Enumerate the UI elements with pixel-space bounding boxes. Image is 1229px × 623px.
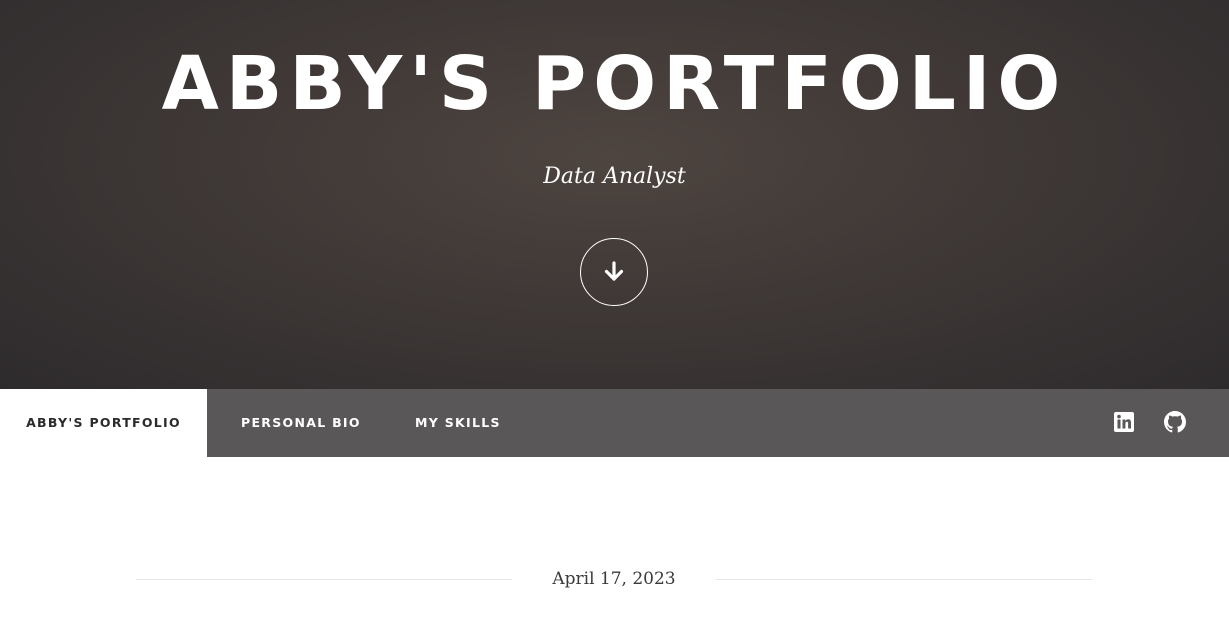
site-title: ABBY'S PORTFOLIO [161, 41, 1068, 127]
nav-item-personal-bio[interactable]: PERSONAL BIO [241, 389, 361, 457]
post-date-row: April 17, 2023 [136, 562, 1092, 596]
linkedin-icon[interactable] [1113, 411, 1137, 435]
github-icon[interactable] [1164, 411, 1188, 435]
site-subtitle: Data Analyst [543, 164, 686, 189]
nav-item-my-skills[interactable]: MY SKILLS [415, 389, 501, 457]
post-date: April 17, 2023 [552, 569, 676, 589]
nav-item-portfolio[interactable]: ABBY'S PORTFOLIO [0, 389, 207, 457]
main-navbar: ABBY'S PORTFOLIO PERSONAL BIO MY SKILLS [0, 389, 1229, 457]
scroll-down-button[interactable] [580, 238, 648, 306]
hero-header: ABBY'S PORTFOLIO Data Analyst [0, 0, 1229, 389]
arrow-down-icon [604, 261, 624, 281]
